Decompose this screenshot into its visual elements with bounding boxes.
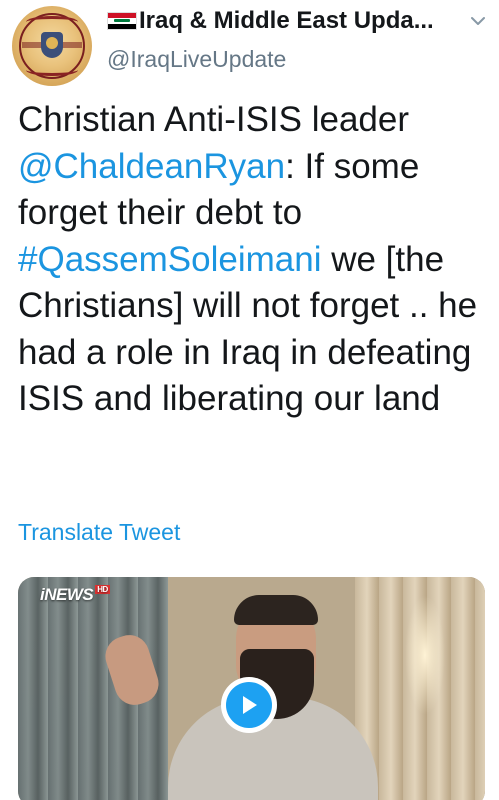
avatar-seal-arc-top — [26, 16, 78, 28]
avatar[interactable] — [12, 6, 92, 86]
video-lamp-glow — [405, 595, 445, 715]
play-button-circle — [226, 682, 272, 728]
translate-tweet-link[interactable]: Translate Tweet — [18, 519, 180, 546]
video-person-hair — [234, 595, 318, 625]
play-button[interactable] — [221, 677, 277, 733]
tweet-text: Christian Anti-ISIS leader @ChaldeanRyan… — [18, 97, 488, 423]
tweet-text-part: Christian Anti-ISIS leader — [18, 100, 410, 139]
author-display-name[interactable]: Iraq & Middle East Upda... — [139, 7, 434, 35]
author-handle[interactable]: @IraqLiveUpdate — [107, 46, 286, 73]
channel-logo-badge: HD — [95, 585, 110, 594]
channel-logo: iNEWS HD — [40, 585, 110, 605]
hashtag-link[interactable]: #QassemSoleimani — [18, 240, 321, 279]
iraq-flag-icon — [107, 12, 137, 30]
channel-logo-text: iNEWS — [40, 585, 94, 604]
tweet-header: Iraq & Middle East Upda... @IraqLiveUpda… — [0, 0, 499, 92]
author-name-row[interactable]: Iraq & Middle East Upda... — [107, 6, 434, 36]
play-icon — [243, 696, 257, 714]
avatar-seal-arc-bottom — [26, 64, 78, 76]
avatar-seal-emblem-center — [46, 37, 58, 49]
chevron-down-icon[interactable] — [471, 16, 485, 26]
mention-link[interactable]: @ChaldeanRyan — [18, 147, 285, 186]
video-thumbnail[interactable]: iNEWS HD — [18, 577, 485, 800]
